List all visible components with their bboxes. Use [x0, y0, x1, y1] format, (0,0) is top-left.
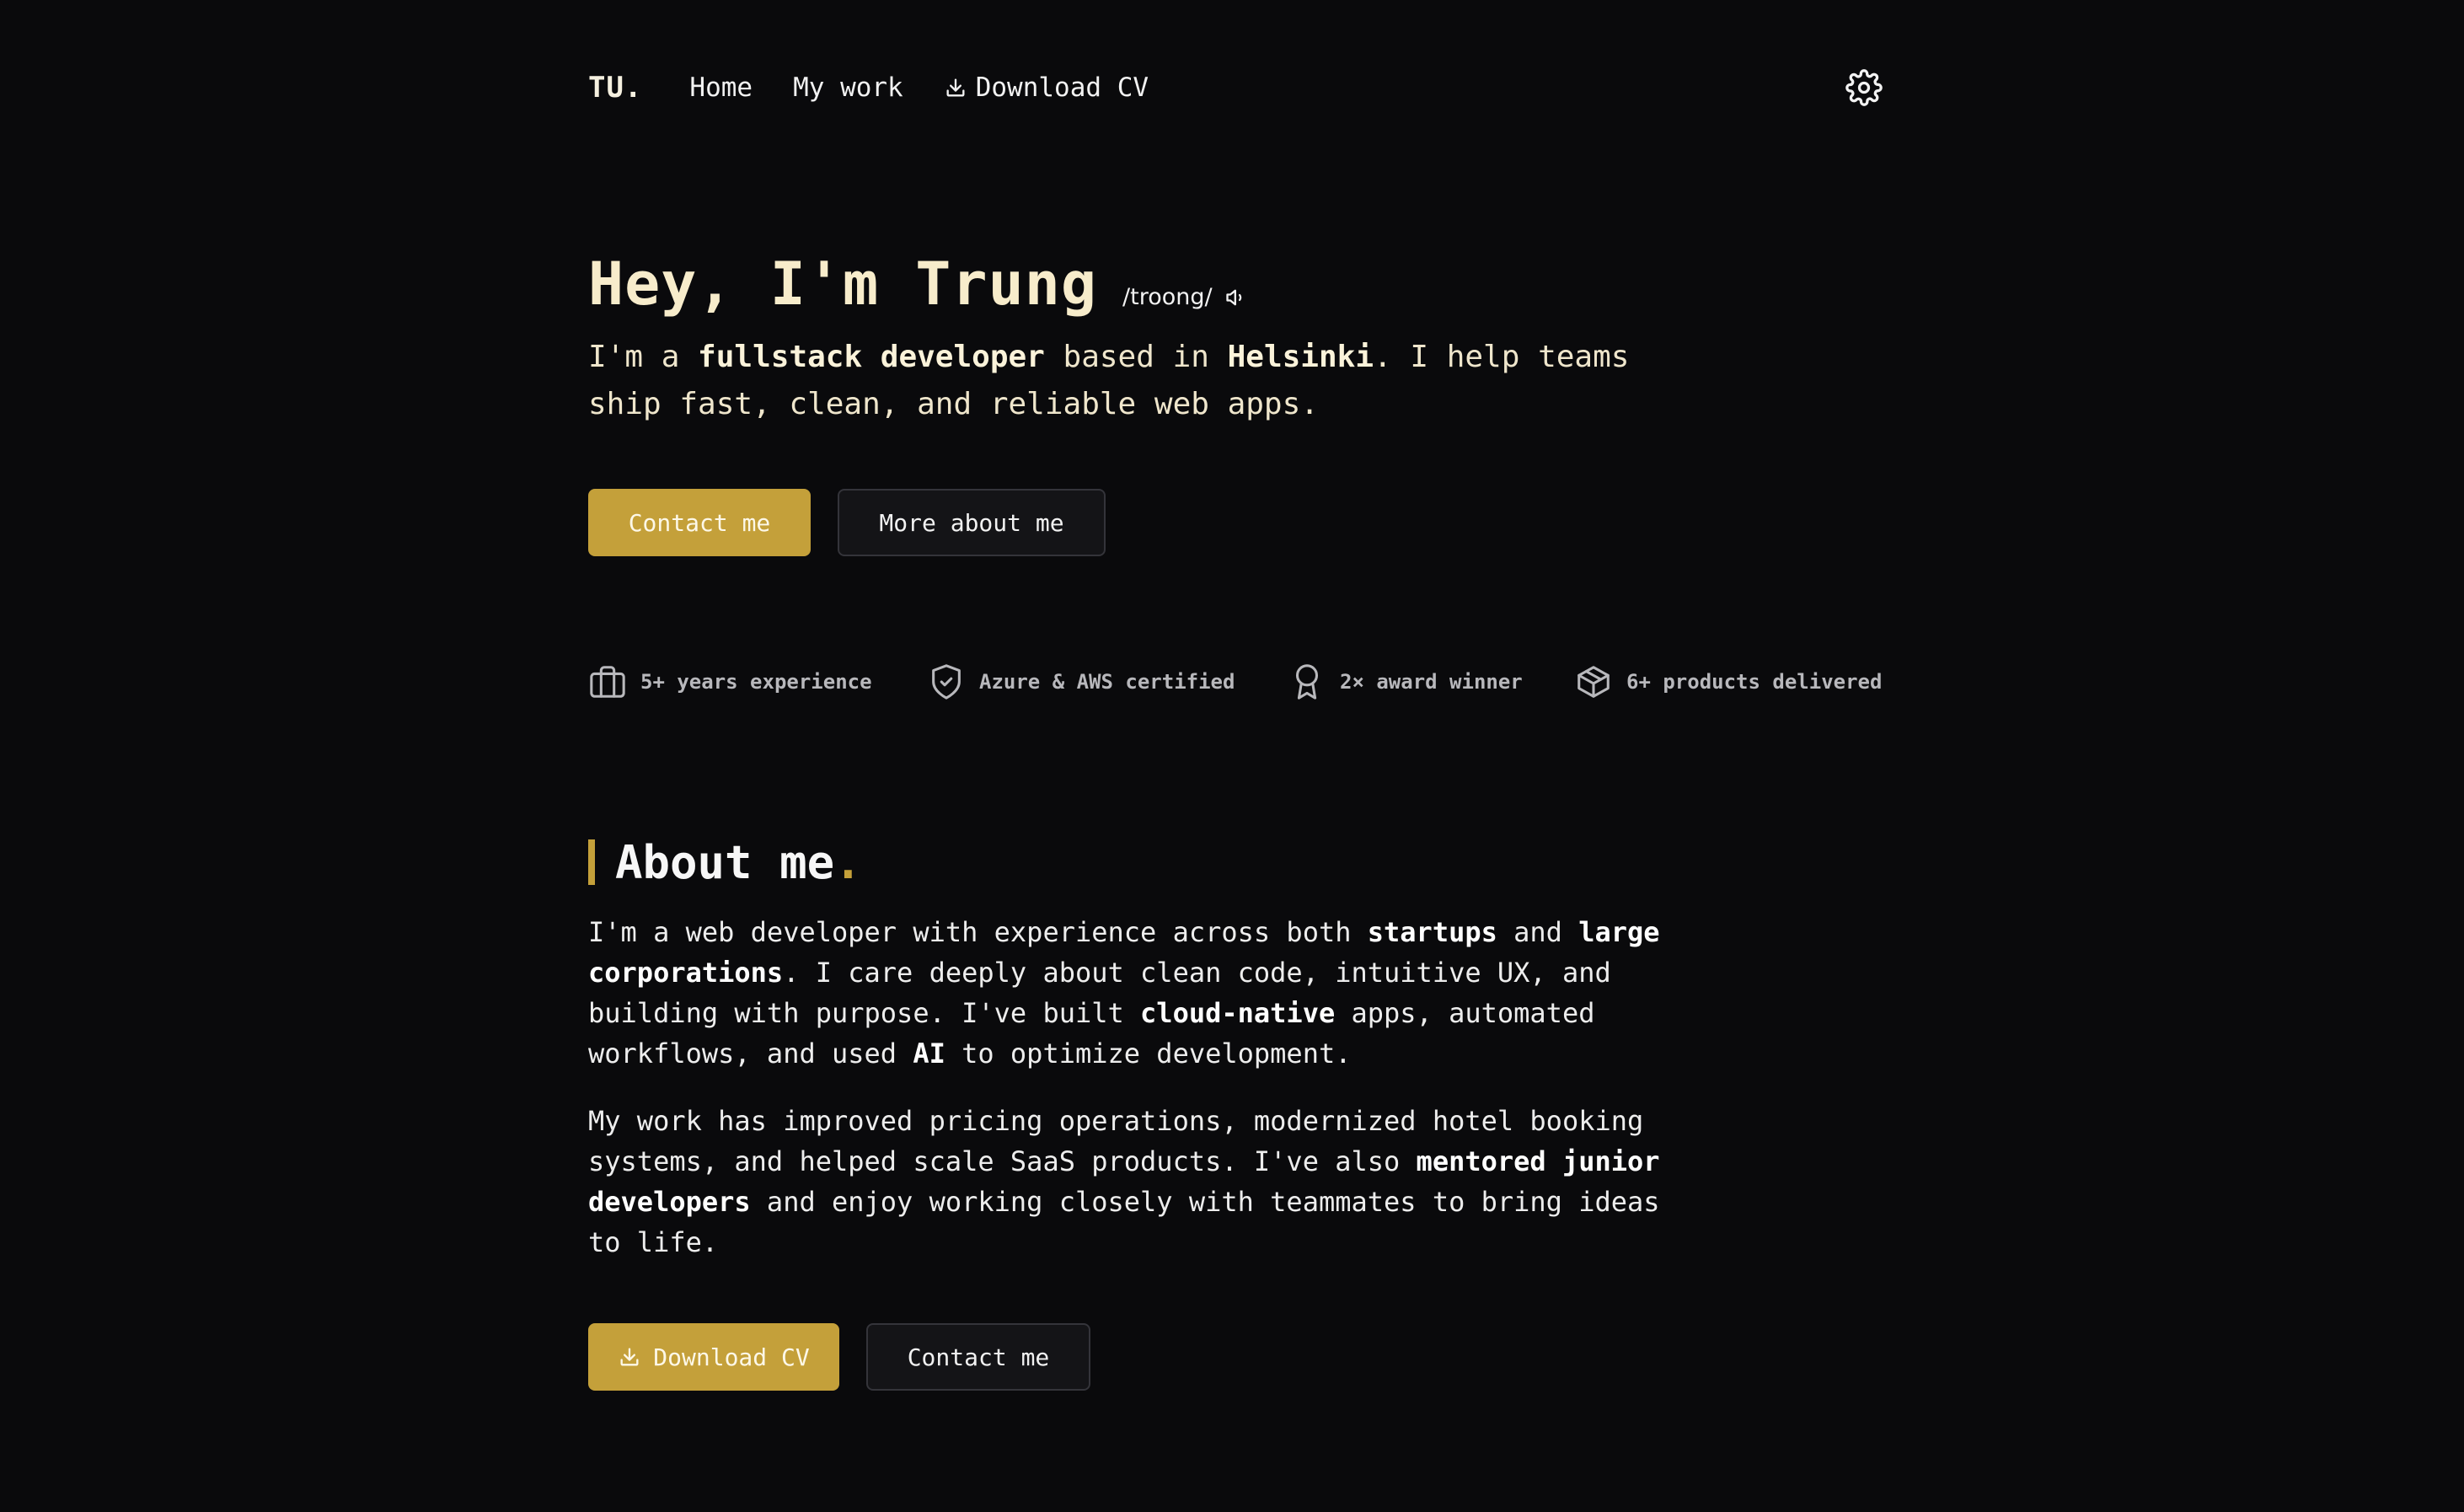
logo[interactable]: TU. — [588, 71, 642, 105]
download-cv-button[interactable]: Download CV — [588, 1323, 839, 1391]
contact-me-button-secondary[interactable]: Contact me — [866, 1323, 1090, 1391]
hero-subtitle-text: based in — [1044, 340, 1228, 374]
stat-experience: 5+ years experience — [588, 662, 872, 701]
stat-products-label: 6+ products delivered — [1626, 670, 1883, 694]
stat-certified: Azure & AWS certified — [927, 662, 1235, 701]
about-text: I'm a web developer with experience acro… — [588, 916, 1368, 948]
hero-city: Helsinki — [1227, 340, 1374, 374]
hero-subtitle: I'm a fullstack developer based in Helsi… — [588, 334, 1684, 428]
nav-download-cv-label: Download CV — [975, 72, 1149, 103]
nav-download-cv[interactable]: Download CV — [944, 72, 1149, 103]
gear-icon[interactable] — [1845, 69, 1883, 106]
download-cv-label: Download CV — [653, 1343, 810, 1371]
page: TU. Home My work Download CV Hey, I'm Tr… — [0, 0, 2464, 1512]
about-text: and — [1497, 916, 1579, 948]
top-nav: TU. Home My work Download CV — [588, 62, 1883, 113]
award-icon — [1295, 664, 1319, 700]
download-icon — [946, 78, 965, 97]
nav-my-work[interactable]: My work — [793, 72, 903, 103]
stat-certified-label: Azure & AWS certified — [979, 670, 1235, 694]
about-highlight: startups — [1367, 916, 1497, 948]
accent-bar — [588, 839, 595, 885]
stat-awards: 2× award winner — [1288, 662, 1523, 701]
about-highlight: cloud-native — [1140, 997, 1336, 1029]
speaker-icon[interactable] — [1224, 286, 1248, 309]
nav-home[interactable]: Home — [689, 72, 753, 103]
about-paragraph-1: I'm a web developer with experience acro… — [588, 912, 1684, 1074]
contact-me-button[interactable]: Contact me — [588, 489, 811, 556]
package-icon — [1577, 666, 1610, 698]
about-title: About me — [615, 835, 835, 889]
stat-products: 6+ products delivered — [1574, 662, 1882, 701]
stat-awards-label: 2× award winner — [1340, 670, 1523, 694]
hero-subtitle-text: I'm a — [588, 340, 699, 374]
download-icon — [620, 1348, 639, 1366]
shield-check-icon — [932, 664, 961, 700]
about-heading: About me . — [588, 835, 862, 889]
hero-role: fullstack developer — [698, 340, 1045, 374]
about-paragraph-2: My work has improved pricing operations,… — [588, 1101, 1684, 1263]
more-about-me-button[interactable]: More about me — [838, 489, 1106, 556]
pronunciation-text: /troong/ — [1122, 284, 1213, 310]
pronunciation: /troong/ — [1122, 284, 1248, 310]
hero-heading: Hey, I'm Trung /troong/ — [588, 249, 1248, 319]
about-highlight: AI — [913, 1037, 945, 1070]
stat-experience-label: 5+ years experience — [640, 670, 872, 694]
about-text: to optimize development. — [945, 1037, 1352, 1070]
briefcase-icon — [590, 666, 625, 698]
stats-row: 5+ years experience Azure & AWS certifie… — [588, 662, 1903, 705]
hero-title: Hey, I'm Trung — [588, 249, 1098, 319]
about-title-dot: . — [834, 835, 862, 889]
